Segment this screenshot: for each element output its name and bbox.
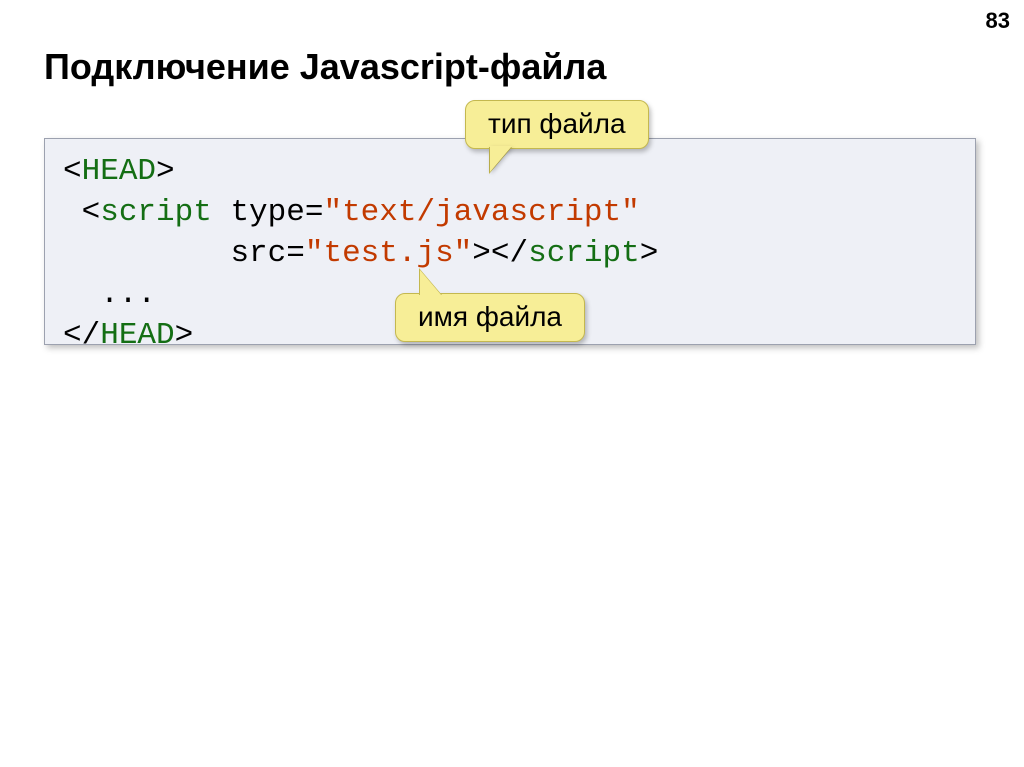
code-line-4: ... <box>63 277 156 312</box>
code-line-5: </HEAD> <box>63 318 193 353</box>
callout-file-name: имя файла <box>395 293 585 342</box>
code-line-3: src="test.js"></script> <box>63 236 658 271</box>
page-number: 83 <box>986 8 1010 34</box>
page-title: Подключение Javascript-файла <box>44 46 606 88</box>
code-line-2: <script type="text/javascript" <box>63 195 640 230</box>
code-line-1: <HEAD> <box>63 154 175 189</box>
callout-file-type: тип файла <box>465 100 649 149</box>
